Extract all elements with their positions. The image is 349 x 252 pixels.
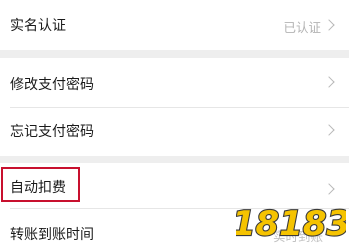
row-divider (10, 107, 349, 108)
transfer-time-label: 转账到账时间 (10, 227, 94, 243)
chevron-right-icon (323, 183, 335, 195)
real-name-label: 实名认证 (10, 18, 66, 34)
forgot-password-label: 忘记支付密码 (10, 124, 94, 140)
watermark-text: 18183 (236, 204, 346, 243)
chevron-right-icon (323, 124, 335, 136)
chevron-right-icon (323, 76, 335, 88)
real-name-status: 已认证 (283, 20, 321, 35)
payment-settings-screen: 实名认证 已认证 修改支付密码 忘记支付密码 自动扣费 转账到账时间 实时到账 … (0, 0, 349, 252)
highlight-annotation-box (1, 167, 80, 202)
password-settings-group: 修改支付密码 忘记支付密码 (0, 58, 349, 156)
change-password-label: 修改支付密码 (10, 77, 94, 93)
chevron-right-icon (323, 19, 335, 31)
site-watermark-logo: 18183 (236, 203, 346, 243)
real-name-verification-row[interactable]: 实名认证 已认证 (0, 0, 349, 50)
